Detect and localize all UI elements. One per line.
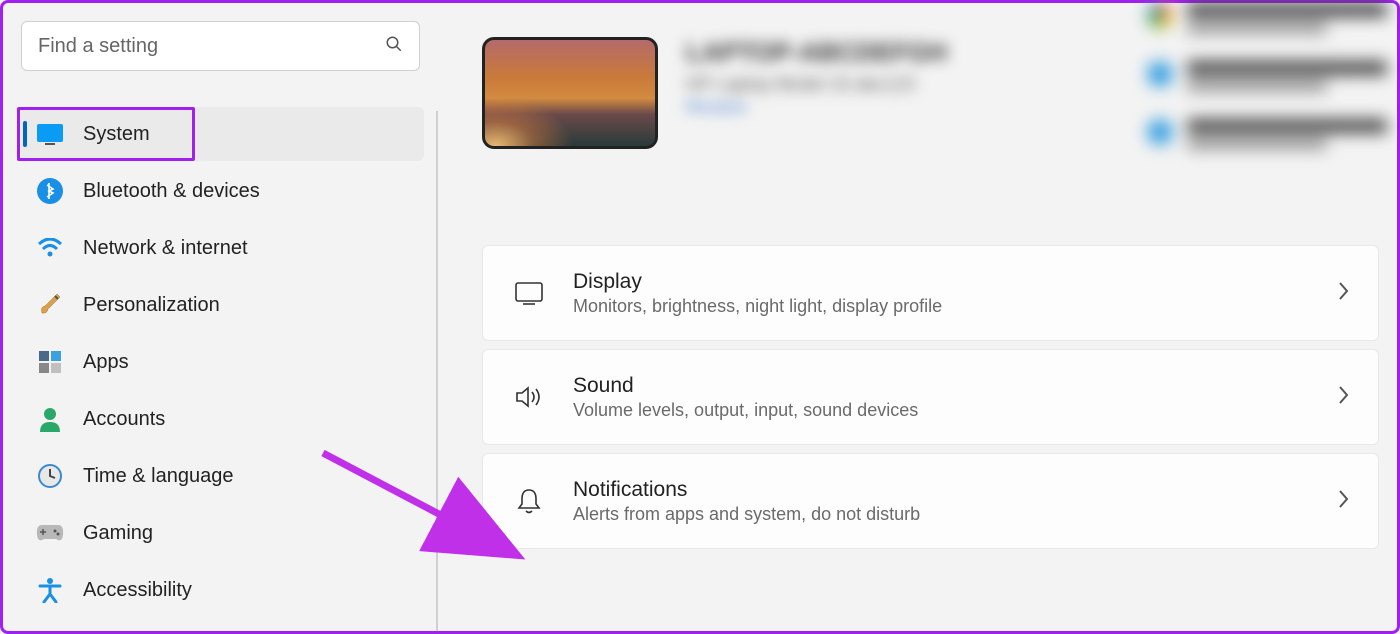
- main-content: LAPTOP-ABCDEFGH HP Laptop Model 15-abc12…: [438, 3, 1397, 631]
- sidebar-item-label: Network & internet: [83, 237, 248, 260]
- setting-subtitle: Volume levels, output, input, sound devi…: [573, 400, 1336, 421]
- setting-title: Notifications: [573, 478, 1336, 502]
- sidebar-item-time-language[interactable]: Time & language: [21, 449, 424, 503]
- sound-icon: [511, 384, 547, 410]
- setting-sound[interactable]: Sound Volume levels, output, input, soun…: [482, 349, 1379, 445]
- setting-display[interactable]: Display Monitors, brightness, night ligh…: [482, 245, 1379, 341]
- search-box[interactable]: [21, 21, 420, 71]
- brush-icon: [35, 290, 65, 320]
- accessibility-icon: [35, 575, 65, 605]
- chevron-right-icon: [1336, 488, 1350, 515]
- chevron-right-icon: [1336, 384, 1350, 411]
- gamepad-icon: [35, 518, 65, 548]
- sidebar: System Bluetooth & devices Network & int…: [3, 3, 438, 631]
- sidebar-item-label: Personalization: [83, 294, 220, 317]
- sidebar-item-label: Accounts: [83, 408, 165, 431]
- chevron-right-icon: [1336, 280, 1350, 307]
- search-icon: [385, 35, 403, 58]
- sidebar-item-gaming[interactable]: Gaming: [21, 506, 424, 560]
- setting-title: Sound: [573, 374, 1336, 398]
- system-settings-list: Display Monitors, brightness, night ligh…: [482, 245, 1379, 549]
- bluetooth-icon: [35, 176, 65, 206]
- clock-globe-icon: [35, 461, 65, 491]
- setting-title: Display: [573, 270, 1336, 294]
- sidebar-item-accounts[interactable]: Accounts: [21, 392, 424, 446]
- setting-subtitle: Alerts from apps and system, do not dist…: [573, 504, 1336, 525]
- sidebar-item-personalization[interactable]: Personalization: [21, 278, 424, 332]
- apps-icon: [35, 347, 65, 377]
- setting-notifications[interactable]: Notifications Alerts from apps and syste…: [482, 453, 1379, 549]
- display-icon: [511, 281, 547, 305]
- sidebar-item-apps[interactable]: Apps: [21, 335, 424, 389]
- sidebar-item-system[interactable]: System: [21, 107, 424, 161]
- wifi-icon: [35, 233, 65, 263]
- nav-list: System Bluetooth & devices Network & int…: [21, 107, 424, 617]
- sidebar-item-label: Gaming: [83, 522, 153, 545]
- sidebar-item-label: Accessibility: [83, 579, 192, 602]
- sidebar-item-bluetooth[interactable]: Bluetooth & devices: [21, 164, 424, 218]
- quick-links-blurred: [1147, 3, 1387, 177]
- search-input[interactable]: [38, 35, 385, 58]
- device-thumbnail[interactable]: [482, 37, 658, 149]
- sidebar-item-label: Apps: [83, 351, 129, 374]
- device-info-blurred: LAPTOP-ABCDEFGH HP Laptop Model 15-abc12…: [686, 37, 947, 117]
- system-icon: [35, 119, 65, 149]
- sidebar-item-network[interactable]: Network & internet: [21, 221, 424, 275]
- sidebar-item-label: Time & language: [83, 465, 233, 488]
- sidebar-item-label: System: [83, 123, 150, 146]
- sidebar-item-accessibility[interactable]: Accessibility: [21, 563, 424, 617]
- setting-subtitle: Monitors, brightness, night light, displ…: [573, 296, 1336, 317]
- sidebar-item-label: Bluetooth & devices: [83, 180, 260, 203]
- bell-icon: [511, 487, 547, 515]
- person-icon: [35, 404, 65, 434]
